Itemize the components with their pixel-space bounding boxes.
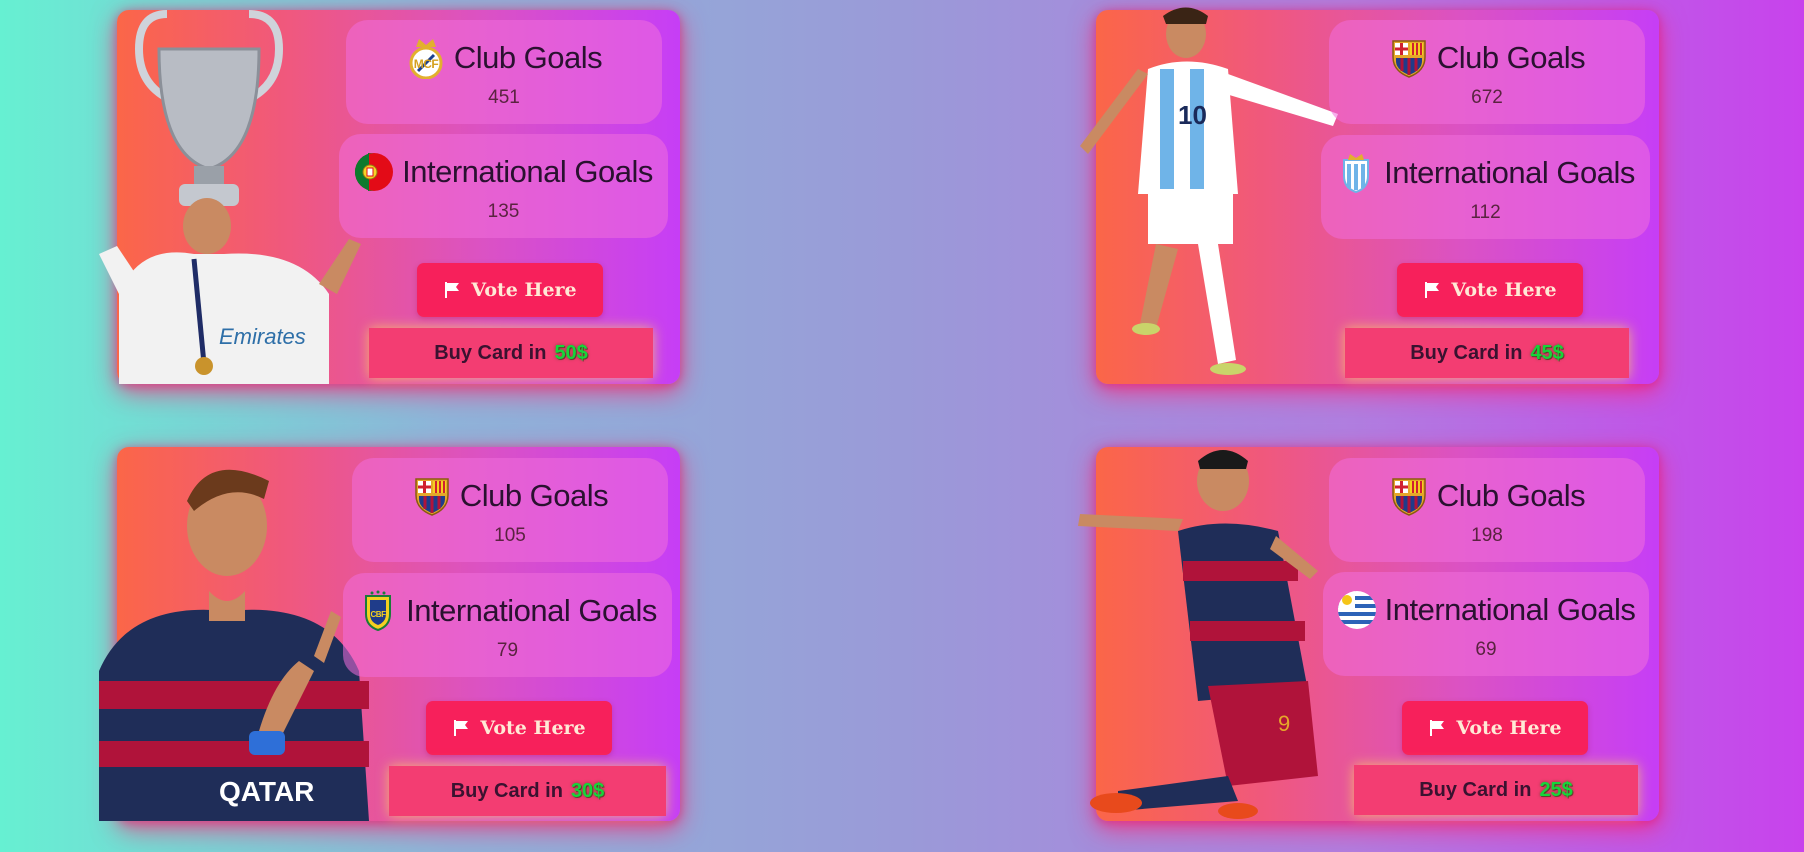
flag-icon xyxy=(454,720,469,736)
vote-button-label: Vote Here xyxy=(480,717,586,739)
club-goals-label: Club Goals xyxy=(453,40,603,75)
player-card-1: Emirates MCF Club Goals 451 Internationa… xyxy=(99,10,680,384)
club-goals-label: Club Goals xyxy=(1436,478,1586,513)
svg-text:10: 10 xyxy=(1178,100,1207,130)
svg-text:Emirates: Emirates xyxy=(219,324,306,349)
player-card-4: 9 Club Goals 198 International Goals 69 … xyxy=(1078,447,1659,821)
international-goals-panel: International Goals 135 xyxy=(339,134,668,238)
player-photo: QATAR xyxy=(99,431,369,821)
club-goals-value: 198 xyxy=(1471,525,1503,546)
international-goals-value: 69 xyxy=(1475,639,1497,660)
buy-card-label: Buy Card in xyxy=(1410,341,1523,364)
club-goals-value: 451 xyxy=(488,87,520,108)
international-goals-label: International Goals xyxy=(402,154,653,189)
club-goals-title: MCF Club Goals xyxy=(346,33,662,83)
buy-card-button[interactable]: Buy Card in 45$ xyxy=(1345,328,1629,378)
international-goals-panel: International Goals 69 xyxy=(1323,572,1649,676)
uruguay-flag-icon xyxy=(1337,591,1376,629)
international-goals-value: 112 xyxy=(1470,202,1501,223)
club-goals-title: Club Goals xyxy=(1329,33,1645,83)
club-goals-title: Club Goals xyxy=(1329,471,1645,521)
buy-card-label: Buy Card in xyxy=(1419,778,1532,801)
card-price: 45$ xyxy=(1530,341,1564,364)
international-goals-value: 79 xyxy=(496,640,519,661)
buy-card-button[interactable]: Buy Card in 30$ xyxy=(389,766,666,816)
vote-button-label: Vote Here xyxy=(1451,279,1557,301)
vote-button[interactable]: Vote Here xyxy=(417,263,603,317)
international-goals-panel: CBF International Goals 79 xyxy=(343,573,672,677)
club-goals-panel: Club Goals 105 xyxy=(352,458,668,562)
club-goals-title: Club Goals xyxy=(352,471,668,521)
flag-icon xyxy=(1430,720,1445,736)
svg-text:CBF: CBF xyxy=(371,610,387,619)
barcelona-crest-icon xyxy=(415,478,449,516)
club-goals-panel: MCF Club Goals 451 xyxy=(346,20,662,124)
club-goals-value: 105 xyxy=(494,525,526,546)
player-photo: 10 xyxy=(1078,0,1348,384)
vote-button[interactable]: Vote Here xyxy=(1402,701,1588,755)
player-card-2: 10 Club Goals 672 International Goals 11… xyxy=(1080,7,1659,384)
player-photo: Emirates xyxy=(99,0,369,384)
svg-text:MCF: MCF xyxy=(414,57,439,71)
international-goals-title: International Goals xyxy=(1323,585,1649,635)
club-goals-panel: Club Goals 198 xyxy=(1329,458,1645,562)
club-goals-value: 672 xyxy=(1471,87,1503,108)
card-price: 25$ xyxy=(1539,778,1573,801)
buy-card-button[interactable]: Buy Card in 50$ xyxy=(369,328,653,378)
vote-button-label: Vote Here xyxy=(1456,717,1562,739)
card-price: 30$ xyxy=(570,779,605,802)
argentina-crest-icon xyxy=(1343,154,1370,194)
vote-button[interactable]: Vote Here xyxy=(426,701,612,755)
buy-card-button[interactable]: Buy Card in 25$ xyxy=(1354,765,1638,815)
player-photo: 9 xyxy=(1078,431,1348,821)
international-goals-value: 135 xyxy=(487,201,520,222)
buy-card-label: Buy Card in xyxy=(450,779,563,802)
real-madrid-crest-icon: MCF xyxy=(409,39,443,79)
club-goals-panel: Club Goals 672 xyxy=(1329,20,1645,124)
card-price: 50$ xyxy=(554,341,588,364)
barcelona-crest-icon xyxy=(1392,40,1426,78)
barcelona-crest-icon xyxy=(1392,478,1426,516)
club-goals-label: Club Goals xyxy=(459,478,609,513)
flag-icon xyxy=(1425,282,1440,298)
vote-button[interactable]: Vote Here xyxy=(1397,263,1583,317)
flag-icon xyxy=(445,282,460,298)
buy-card-label: Buy Card in xyxy=(434,341,547,364)
brazil-crest-icon: CBF xyxy=(365,590,392,632)
player-card-3: QATAR Club Goals 105 CBF International G… xyxy=(99,447,680,821)
international-goals-label: International Goals xyxy=(1384,592,1636,627)
international-goals-title: International Goals xyxy=(339,147,668,197)
international-goals-label: International Goals xyxy=(1384,155,1635,190)
international-goals-label: International Goals xyxy=(406,593,657,628)
svg-text:9: 9 xyxy=(1278,711,1290,736)
international-goals-panel: International Goals 112 xyxy=(1321,135,1650,239)
club-goals-label: Club Goals xyxy=(1436,40,1586,75)
international-goals-title: International Goals xyxy=(1321,148,1650,198)
vote-button-label: Vote Here xyxy=(471,279,577,301)
portugal-flag-icon xyxy=(355,153,394,191)
svg-text:QATAR: QATAR xyxy=(219,776,314,807)
international-goals-title: CBF International Goals xyxy=(343,586,672,636)
